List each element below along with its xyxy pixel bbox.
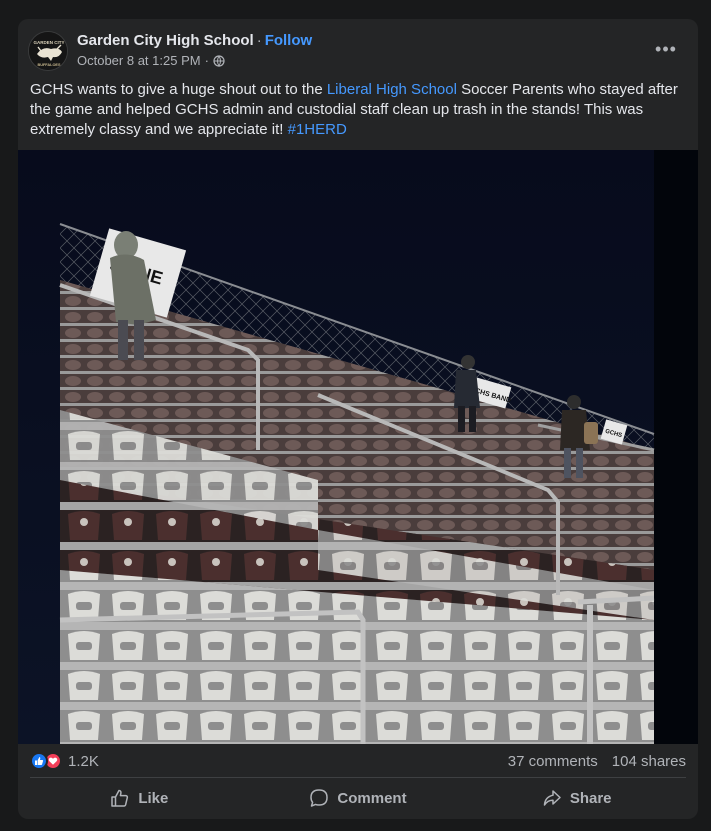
globe-icon[interactable] <box>213 54 225 67</box>
avatar-text-top: GARDEN CITY <box>33 40 64 45</box>
follow-button[interactable]: Follow <box>265 32 313 49</box>
post-timestamp[interactable]: October 8 at 1:25 PM <box>77 53 201 68</box>
mention-link[interactable]: Liberal High School <box>327 81 457 98</box>
hashtag-link[interactable]: #1HERD <box>288 121 347 138</box>
post-text-part1: GCHS wants to give a huge shout out to t… <box>30 81 327 98</box>
meta-separator: · <box>204 53 209 68</box>
comment-bubble-icon <box>310 789 329 807</box>
post-text: GCHS wants to give a huge shout out to t… <box>30 80 686 140</box>
post-stats: 1.2K 37 comments 104 shares <box>30 750 686 772</box>
shares-count-link[interactable]: 104 shares <box>612 753 686 770</box>
page-name-line: Garden City High School · Follow <box>77 32 312 49</box>
avatar-text-bottom: BUFFALOES <box>38 63 61 67</box>
name-separator: · <box>256 32 262 49</box>
post-header: GARDEN CITY BUFFALOES Garden City High S… <box>28 31 688 75</box>
reactions-summary[interactable]: 1.2K <box>30 752 99 770</box>
engagement-counts: 37 comments 104 shares <box>508 753 686 770</box>
share-arrow-icon <box>543 790 561 806</box>
reaction-count: 1.2K <box>68 752 99 770</box>
more-options-icon[interactable]: ••• <box>650 35 682 63</box>
like-button[interactable]: Like <box>30 781 249 815</box>
post-actions: Like Comment Share <box>30 781 686 815</box>
post-photo[interactable]: SE NE GCHS BAND GCHS <box>18 150 698 744</box>
actions-divider <box>30 777 686 778</box>
stadium-bleachers-photo: SE NE GCHS BAND GCHS <box>18 150 698 744</box>
comment-label: Comment <box>337 789 407 807</box>
post-card: GARDEN CITY BUFFALOES Garden City High S… <box>18 19 698 819</box>
share-label: Share <box>569 789 612 807</box>
page-logo: GARDEN CITY BUFFALOES <box>29 32 67 70</box>
thumbs-up-icon <box>111 789 129 807</box>
page-name-link[interactable]: Garden City High School <box>77 32 254 49</box>
post-meta: October 8 at 1:25 PM · <box>77 53 225 68</box>
page-avatar[interactable]: GARDEN CITY BUFFALOES <box>28 31 68 71</box>
share-button[interactable]: Share <box>467 781 686 815</box>
comments-count-link[interactable]: 37 comments <box>508 753 598 770</box>
comment-button[interactable]: Comment <box>249 781 468 815</box>
like-icon <box>30 752 48 770</box>
like-label: Like <box>138 789 169 807</box>
